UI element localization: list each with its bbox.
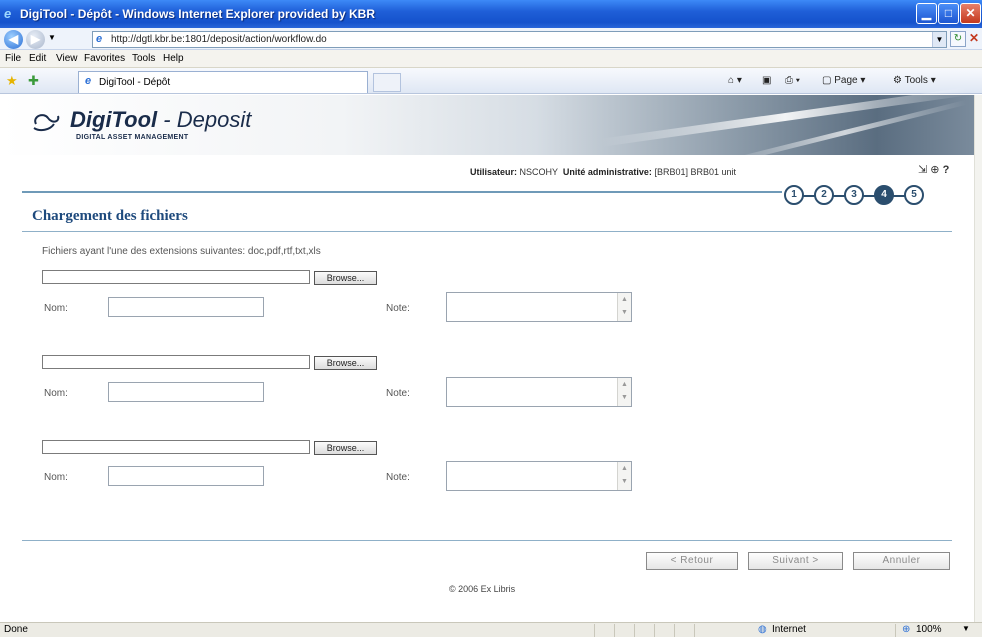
page-title: Chargement des fichiers <box>32 208 188 224</box>
page-menu[interactable]: ▢ Page ▾ <box>822 75 865 86</box>
menu-edit[interactable]: Edit <box>29 53 46 64</box>
zoom-icon: ⊕ <box>902 624 911 635</box>
name-input[interactable] <box>108 466 264 486</box>
ie-logo-icon: e <box>4 6 12 21</box>
page-icon: e <box>96 33 103 45</box>
header-tools: ⇲ ⊕ ? <box>918 163 949 176</box>
stop-icon[interactable]: ✕ <box>969 31 982 47</box>
window-title: DigiTool - Dépôt - Windows Internet Expl… <box>20 7 376 21</box>
url-input[interactable]: e http://dgtl.kbr.be:1801/deposit/action… <box>92 31 947 48</box>
file-path-input[interactable] <box>42 355 310 369</box>
status-segment <box>594 624 614 637</box>
step-5: 5 <box>904 185 924 205</box>
address-bar: ◀ ▶ ▼ e http://dgtl.kbr.be:1801/deposit/… <box>0 28 982 50</box>
brand-title: DigiTool - Deposit <box>70 107 252 132</box>
feeds-icon[interactable]: ▣ <box>762 75 771 86</box>
maximize-button[interactable]: □ <box>938 3 959 24</box>
menu-view[interactable]: View <box>56 53 78 64</box>
tab-digitool[interactable]: e DigiTool - Dépôt <box>78 71 368 93</box>
browse-button[interactable]: Browse... <box>314 356 377 370</box>
note-textarea[interactable]: ▲ ▼ <box>446 292 632 322</box>
name-input[interactable] <box>108 382 264 402</box>
menu-favorites[interactable]: Favorites <box>84 53 125 64</box>
zoom-dropdown-icon[interactable]: ▼ <box>962 624 970 633</box>
header-divider <box>22 191 782 193</box>
browse-button[interactable]: Browse... <box>314 441 377 455</box>
page-content: DigiTool - Deposit DIGITAL ASSET MANAGEM… <box>0 87 974 622</box>
refresh-icon[interactable]: ↻ <box>950 31 966 47</box>
minimize-button[interactable]: ▁ <box>916 3 937 24</box>
window-title-bar: e DigiTool - Dépôt - Windows Internet Ex… <box>0 0 982 28</box>
note-textarea[interactable]: ▲ ▼ <box>446 377 632 407</box>
status-bar: Done ◍ Internet ⊕ 100% ▼ <box>0 622 982 637</box>
language-globe-icon[interactable]: ⊕ <box>930 164 939 176</box>
textarea-scrollbar[interactable]: ▲ ▼ <box>617 462 631 490</box>
name-label: Nom: <box>44 388 68 399</box>
forward-arrow-icon[interactable]: ▶ <box>26 30 45 49</box>
cancel-button[interactable]: Annuler <box>853 552 950 570</box>
user-info: Utilisateur: NSCOHY Unité administrative… <box>470 167 736 177</box>
step-1: 1 <box>784 185 804 205</box>
browse-button[interactable]: Browse... <box>314 271 377 285</box>
textarea-scrollbar[interactable]: ▲ ▼ <box>617 378 631 406</box>
name-label: Nom: <box>44 472 68 483</box>
back-button[interactable]: < Retour <box>646 552 738 570</box>
menu-bar: File Edit View Favorites Tools Help <box>0 50 982 68</box>
status-segment <box>634 624 654 637</box>
allowed-extensions-text: Fichiers ayant l'une des extensions suiv… <box>42 246 321 257</box>
add-favorite-icon[interactable]: ✚ <box>28 73 39 89</box>
back-arrow-icon[interactable]: ◀ <box>4 30 23 49</box>
step-4: 4 <box>874 185 894 205</box>
next-button[interactable]: Suivant > <box>748 552 843 570</box>
name-label: Nom: <box>44 303 68 314</box>
menu-file[interactable]: File <box>5 53 21 64</box>
step-2: 2 <box>814 185 834 205</box>
step-3: 3 <box>844 185 864 205</box>
file-path-input[interactable] <box>42 440 310 454</box>
name-input[interactable] <box>108 297 264 317</box>
favorites-star-icon[interactable]: ★ <box>6 73 18 89</box>
note-label: Note: <box>386 472 410 483</box>
status-segment <box>674 624 694 637</box>
digitool-logo-icon <box>33 114 60 132</box>
tools-menu[interactable]: ⚙ Tools ▾ <box>893 75 936 86</box>
chevron-down-icon[interactable]: ▼ <box>932 32 946 47</box>
close-button[interactable]: ✕ <box>960 3 981 24</box>
note-label: Note: <box>386 388 410 399</box>
page-scrollbar[interactable] <box>974 95 982 622</box>
title-divider <box>22 231 952 232</box>
header-banner: DigiTool - Deposit DIGITAL ASSET MANAGEM… <box>0 87 974 166</box>
file-path-input[interactable] <box>42 270 310 284</box>
status-segment <box>654 624 674 637</box>
home-icon[interactable]: ⌂ ▾ <box>728 75 742 86</box>
new-tab-button[interactable] <box>373 73 401 92</box>
footer-divider <box>22 540 952 541</box>
security-zone: Internet <box>772 624 806 635</box>
logout-icon[interactable]: ⇲ <box>918 164 927 176</box>
zoom-level[interactable]: 100% <box>916 624 942 635</box>
print-icon[interactable]: ⎙ ▾ <box>785 75 800 86</box>
note-textarea[interactable]: ▲ ▼ <box>446 461 632 491</box>
status-segment <box>614 624 634 637</box>
menu-tools[interactable]: Tools <box>132 53 155 64</box>
globe-icon: ◍ <box>758 624 767 635</box>
tab-bar: ★ ✚ e DigiTool - Dépôt ⌂ ▾ ▣ ⎙ ▾ ▢ Page … <box>0 68 982 94</box>
url-text: http://dgtl.kbr.be:1801/deposit/action/w… <box>111 34 327 45</box>
status-text: Done <box>4 624 28 635</box>
copyright: © 2006 Ex Libris <box>449 584 516 594</box>
brand-subtitle: DIGITAL ASSET MANAGEMENT <box>76 134 189 141</box>
status-segment <box>694 624 754 637</box>
help-icon[interactable]: ? <box>943 164 950 176</box>
note-label: Note: <box>386 303 410 314</box>
page-icon: e <box>85 75 92 87</box>
tab-label: DigiTool - Dépôt <box>99 77 171 88</box>
history-dropdown-icon[interactable]: ▼ <box>48 33 56 42</box>
menu-help[interactable]: Help <box>163 53 184 64</box>
textarea-scrollbar[interactable]: ▲ ▼ <box>617 293 631 321</box>
